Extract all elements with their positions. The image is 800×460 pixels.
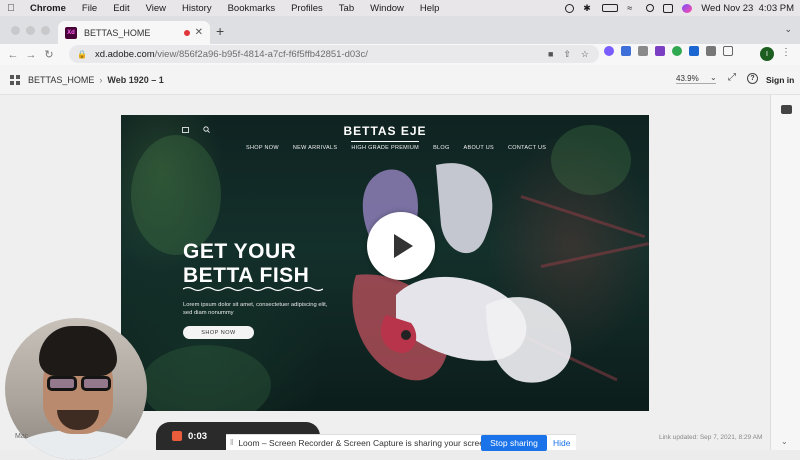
address-bar[interactable]: 🔒 xd.adobe.com/view/856f2a96-b95f-4814-a… — [69, 45, 599, 63]
new-tab-button[interactable]: + — [216, 23, 224, 39]
camera-icon[interactable]: ■ — [548, 49, 553, 60]
zoom-window-button[interactable] — [41, 26, 50, 35]
webcam-person-glasses — [45, 376, 113, 393]
menu-history[interactable]: History — [174, 3, 220, 14]
share-icon[interactable]: ⇧ — [563, 49, 571, 60]
menubar-datetime[interactable]: Wed Nov 23 4:03 PM — [701, 3, 794, 14]
hide-button[interactable]: Hide — [553, 438, 570, 448]
control-center-icon[interactable] — [663, 3, 674, 13]
menu-view[interactable]: View — [138, 3, 174, 14]
browser-tab-strip: Xd BETTAS_HOME ✕ + ⌄ — [0, 16, 800, 44]
tab-title: BETTAS_HOME — [84, 27, 151, 38]
siri-icon[interactable] — [682, 3, 693, 13]
url-path: /view/856f2a96-b95f-4814-a7cf-f6f5ffb428… — [154, 48, 368, 60]
menu-profiles[interactable]: Profiles — [283, 3, 331, 14]
browser-tab-active[interactable]: Xd BETTAS_HOME ✕ — [58, 21, 210, 44]
breadcrumb-chevron-icon: › — [99, 74, 103, 85]
nav-new-arrivals[interactable]: NEW ARRIVALS — [293, 145, 337, 151]
nav-shop-now[interactable]: SHOP NOW — [246, 145, 279, 151]
wavy-divider — [183, 286, 323, 292]
brand-logo[interactable]: BETTAS EJE — [121, 124, 649, 138]
xd-viewer-header: BETTAS_HOME › Web 1920 – 1 43.9% ⌄ ⤢ ? S… — [0, 65, 800, 95]
plant-decoration — [141, 345, 271, 411]
menu-file[interactable]: File — [74, 3, 105, 14]
menu-window[interactable]: Window — [362, 3, 412, 14]
side-panel-icon[interactable] — [723, 46, 733, 56]
sharing-message: Loom – Screen Recorder & Screen Capture … — [238, 437, 492, 448]
nav-about-us[interactable]: ABOUT US — [464, 145, 494, 151]
browser-menu-icon[interactable]: ⋮ — [781, 47, 791, 58]
forward-button[interactable]: → — [22, 49, 40, 61]
link-updated-text: Link updated: Sep 7, 2021, 8:29 AM — [659, 434, 763, 441]
xd-right-rail: ⌄ — [770, 95, 800, 450]
apple-icon[interactable]:  — [0, 3, 22, 14]
breadcrumb-project[interactable]: BETTAS_HOME — [28, 75, 94, 85]
profile-avatar[interactable]: I — [760, 47, 774, 61]
menubar-status-area: ✱ ≈ Wed Nov 23 4:03 PM — [565, 0, 794, 16]
extensions-puzzle-icon[interactable] — [706, 46, 716, 56]
spotlight-search-icon[interactable] — [646, 4, 655, 12]
webcam-person-hair — [39, 326, 117, 376]
tab-search-chevron-icon[interactable]: ⌄ — [784, 24, 792, 35]
screen-record-icon[interactable] — [565, 3, 575, 13]
play-video-button[interactable] — [367, 212, 435, 280]
extension-s-icon[interactable] — [655, 46, 665, 56]
wifi-icon[interactable]: ≈ — [627, 3, 637, 13]
xd-favicon-icon: Xd — [65, 26, 77, 39]
extension-purple-icon[interactable] — [604, 46, 614, 56]
extension-arrow-icon[interactable] — [689, 46, 699, 56]
breadcrumb-artboard: Web 1920 – 1 — [107, 74, 164, 85]
recording-timer: 0:03 — [188, 431, 208, 442]
zoom-chevron-down-icon[interactable]: ⌄ — [710, 73, 717, 82]
shop-now-button[interactable]: SHOP NOW — [183, 326, 254, 339]
nav-high-grade-premium[interactable]: HIGH GRADE PREMIUM — [351, 145, 419, 151]
betta-fish-illustration — [352, 163, 572, 383]
menu-app-name[interactable]: Chrome — [22, 3, 74, 14]
hero-headline: GET YOUR BETTA FISH — [183, 240, 309, 288]
sign-in-link[interactable]: Sign in — [766, 75, 794, 85]
bluetooth-icon[interactable]: ✱ — [583, 3, 593, 13]
nav-contact-us[interactable]: CONTACT US — [508, 145, 546, 151]
menu-help[interactable]: Help — [412, 3, 448, 14]
lock-icon[interactable]: 🔒 — [77, 50, 87, 59]
headline-line-2: BETTA FISH — [183, 264, 310, 287]
brand-underline — [351, 141, 419, 142]
omnibox-actions: ■ ⇧ ☆ — [548, 49, 589, 60]
nav-blog[interactable]: BLOG — [433, 145, 449, 151]
reload-button[interactable]: ↻ — [40, 48, 58, 61]
stop-recording-icon[interactable] — [172, 431, 182, 441]
window-controls — [11, 26, 50, 35]
help-icon[interactable]: ? — [747, 73, 758, 84]
bookmark-star-icon[interactable]: ☆ — [581, 49, 589, 60]
hero-subtext: Lorem ipsum dolor sit amet, consectetuer… — [183, 302, 328, 316]
grid-view-icon[interactable] — [10, 74, 20, 85]
tab-close-icon[interactable]: ✕ — [195, 27, 203, 38]
battery-icon[interactable] — [602, 4, 619, 12]
minimize-window-button[interactable] — [26, 26, 35, 35]
scroll-down-chevron-icon[interactable]: ⌄ — [781, 437, 788, 446]
extension-green-icon[interactable] — [672, 46, 682, 56]
menu-bookmarks[interactable]: Bookmarks — [220, 3, 284, 14]
extension-grey-icon[interactable] — [638, 46, 648, 56]
headline-line-1: GET YOUR — [183, 240, 297, 263]
drag-handle-icon[interactable]: ‖ — [230, 438, 233, 447]
browser-toolbar: ← → ↻ 🔒 xd.adobe.com/view/856f2a96-b95f-… — [0, 44, 800, 65]
menu-edit[interactable]: Edit — [105, 3, 137, 14]
webcam-person-shirt — [15, 430, 137, 460]
close-window-button[interactable] — [11, 26, 20, 35]
loom-mac-label: Mac — [15, 433, 29, 440]
fullscreen-expand-icon[interactable]: ⤢ — [728, 72, 736, 83]
stop-sharing-button[interactable]: Stop sharing — [481, 435, 547, 451]
menu-tab[interactable]: Tab — [331, 3, 362, 14]
recording-indicator-icon — [184, 29, 190, 36]
macos-menubar:  Chrome File Edit View History Bookmark… — [0, 0, 800, 16]
extension-blue-icon[interactable] — [621, 46, 631, 56]
hero-nav-links: SHOP NOW NEW ARRIVALS HIGH GRADE PREMIUM… — [246, 145, 546, 151]
screen-sharing-bar: ‖ Loom – Screen Recorder & Screen Captur… — [226, 434, 576, 451]
comment-icon[interactable] — [781, 105, 792, 114]
extensions-area — [604, 46, 733, 56]
back-button[interactable]: ← — [4, 49, 22, 61]
plant-decoration — [131, 135, 221, 255]
url-host: xd.adobe.com — [94, 48, 155, 60]
